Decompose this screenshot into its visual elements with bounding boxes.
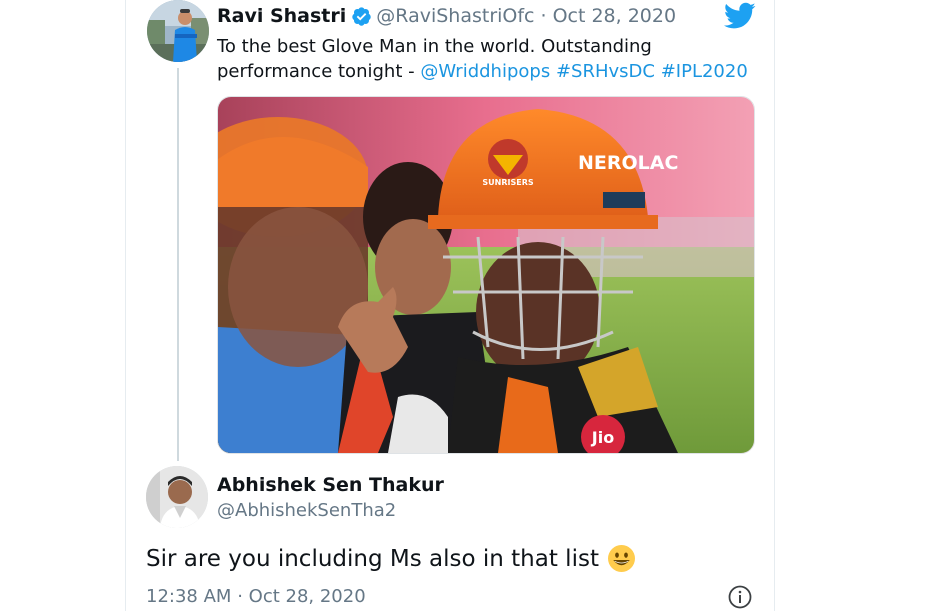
reply-tweet-text: Sir are you including Ms also in that li… bbox=[146, 545, 635, 572]
info-icon[interactable] bbox=[728, 585, 752, 609]
header-separator: · bbox=[540, 5, 547, 27]
twitter-bird-icon[interactable] bbox=[723, 2, 756, 30]
helmet-emblem-text: SUNRISERS bbox=[482, 178, 533, 187]
parent-tweet-text: To the best Glove Man in the world. Outs… bbox=[217, 34, 762, 84]
tweet-media-photo[interactable]: SUNRISERS NEROLAC Jio bbox=[217, 96, 755, 454]
reply-timestamp[interactable]: 12:38 AM · Oct 28, 2020 bbox=[146, 586, 366, 607]
reply-date[interactable]: Oct 28, 2020 bbox=[249, 586, 366, 607]
helmet-brand-text: NEROLAC bbox=[578, 152, 678, 174]
reply-author-handle[interactable]: @AbhishekSenTha2 bbox=[217, 500, 396, 521]
jersey-sponsor-text: Jio bbox=[591, 428, 614, 447]
author-name[interactable]: Ravi Shastri bbox=[217, 5, 346, 27]
author-handle[interactable]: @RaviShastriOfc bbox=[376, 5, 534, 27]
reply-text-body: Sir are you including Ms also in that li… bbox=[146, 545, 599, 572]
mention-link[interactable]: @Wriddhipops bbox=[420, 61, 550, 82]
reply-author-name[interactable]: Abhishek Sen Thakur bbox=[217, 474, 444, 496]
hashtag-link-srhvsdc[interactable]: #SRHvsDC bbox=[556, 61, 655, 82]
abhishek-sen-thakur-avatar[interactable] bbox=[146, 466, 208, 528]
parent-tweet-header: Ravi Shastri @RaviShastriOfc · Oct 28, 2… bbox=[217, 3, 676, 29]
reply-meta-separator: · bbox=[237, 586, 243, 607]
thread-connector-line bbox=[177, 68, 179, 461]
hashtag-link-ipl2020[interactable]: #IPL2020 bbox=[661, 61, 748, 82]
ravi-shastri-avatar[interactable] bbox=[147, 0, 209, 62]
verified-badge-icon bbox=[351, 6, 372, 27]
tweet-date[interactable]: Oct 28, 2020 bbox=[553, 5, 677, 27]
grinning-face-emoji-icon bbox=[607, 545, 635, 572]
page: Ravi Shastri @RaviShastriOfc · Oct 28, 2… bbox=[0, 0, 950, 611]
reply-time[interactable]: 12:38 AM bbox=[146, 586, 231, 607]
tweet-thread-card: Ravi Shastri @RaviShastriOfc · Oct 28, 2… bbox=[125, 0, 775, 611]
